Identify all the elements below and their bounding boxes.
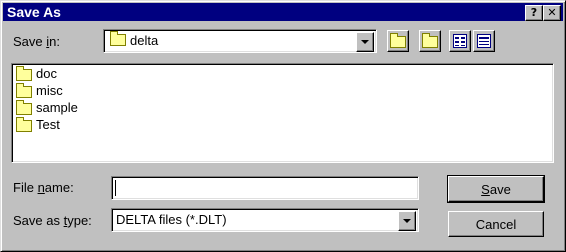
save-as-type-label: Save as type: bbox=[13, 213, 92, 228]
dialog-title: Save As bbox=[7, 4, 61, 20]
create-new-folder-icon bbox=[422, 33, 438, 48]
cancel-button[interactable]: Cancel bbox=[448, 211, 544, 237]
details-view-icon bbox=[477, 34, 491, 48]
save-in-combo[interactable]: delta bbox=[103, 29, 377, 53]
folder-icon bbox=[16, 82, 32, 98]
save-button[interactable]: Save bbox=[447, 175, 545, 203]
list-item[interactable]: sample bbox=[16, 99, 78, 116]
folder-icon bbox=[16, 99, 32, 115]
up-one-level-button[interactable] bbox=[387, 30, 409, 52]
text-cursor bbox=[115, 180, 116, 196]
details-view-button[interactable] bbox=[473, 30, 495, 52]
save-as-type-value: DELTA files (*.DLT) bbox=[116, 212, 227, 227]
file-name-label: File name: bbox=[13, 180, 74, 195]
help-button[interactable]: ? bbox=[525, 5, 543, 21]
list-item[interactable]: Test bbox=[16, 116, 60, 133]
save-as-type-combo[interactable]: DELTA files (*.DLT) bbox=[111, 208, 419, 232]
title-bar[interactable]: Save As ? ✕ bbox=[3, 3, 563, 21]
folder-icon bbox=[16, 116, 32, 132]
folder-icon bbox=[16, 65, 32, 81]
save-in-value: delta bbox=[130, 33, 159, 48]
list-item[interactable]: misc bbox=[16, 82, 63, 99]
list-item[interactable]: doc bbox=[16, 65, 57, 82]
folder-icon bbox=[110, 31, 126, 46]
list-view-icon bbox=[453, 34, 467, 48]
file-name-input[interactable] bbox=[111, 176, 419, 200]
up-one-level-icon bbox=[390, 33, 406, 48]
create-new-folder-button[interactable] bbox=[419, 30, 441, 52]
save-in-label: Save in: bbox=[13, 34, 60, 49]
save-as-dialog: Save As ? ✕ Save in: delta doc misc samp… bbox=[0, 0, 566, 252]
file-list[interactable]: doc misc sample Test bbox=[11, 63, 554, 163]
close-button[interactable]: ✕ bbox=[543, 5, 561, 21]
list-view-button[interactable] bbox=[449, 30, 471, 52]
chevron-down-icon[interactable] bbox=[356, 32, 374, 52]
chevron-down-icon[interactable] bbox=[398, 211, 416, 231]
